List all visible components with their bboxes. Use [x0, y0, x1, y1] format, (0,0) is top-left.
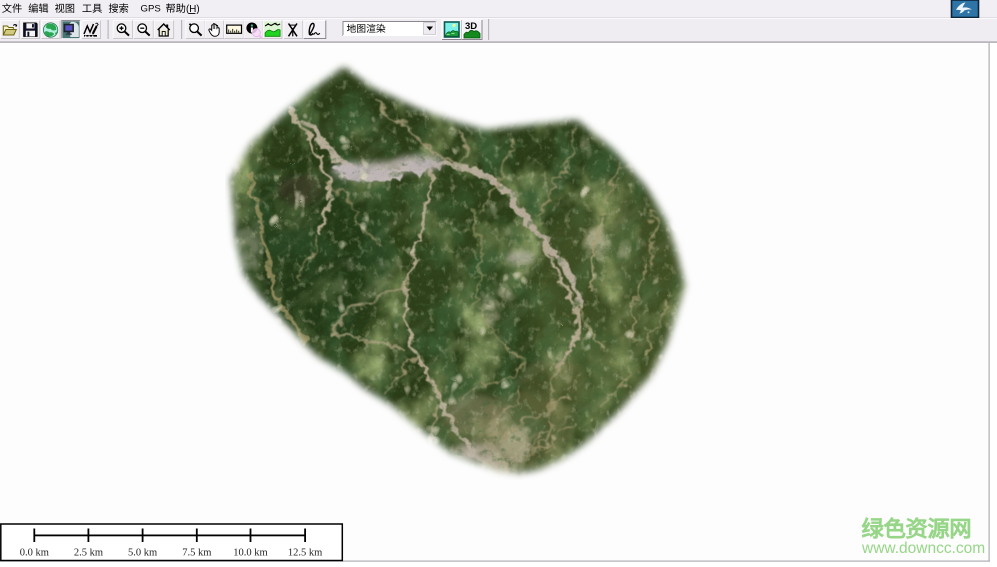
svg-text:GPS: GPS	[141, 4, 161, 15]
svg-text:www.downcc.com: www.downcc.com	[861, 540, 985, 557]
svg-text:2.5 km: 2.5 km	[74, 548, 103, 559]
svg-text:0.0 km: 0.0 km	[20, 548, 49, 559]
svg-text:5.0 km: 5.0 km	[128, 548, 157, 559]
svg-text:7.5 km: 7.5 km	[182, 548, 211, 559]
svg-text:12.5 km: 12.5 km	[288, 548, 322, 559]
svg-text:10.0 km: 10.0 km	[233, 548, 267, 559]
